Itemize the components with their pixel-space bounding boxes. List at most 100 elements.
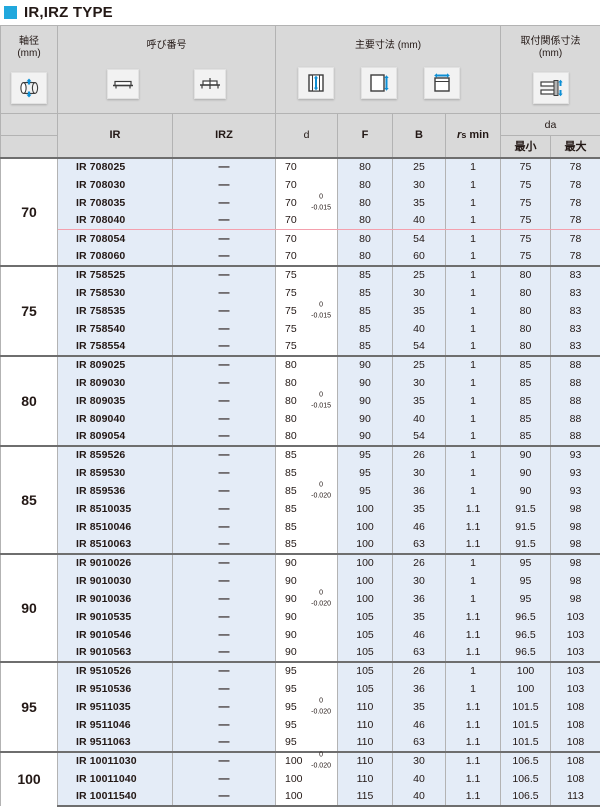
- table-row[interactable]: 100IR 10011030—1000-0.020110301.1106.510…: [1, 752, 600, 770]
- table-body: 70IR 708025—70802517578IR 708030—7080301…: [1, 158, 600, 806]
- cell-rs-min: 1: [446, 410, 501, 428]
- designation-label: 呼び番号: [58, 40, 275, 53]
- cell-da-min: 85: [501, 410, 551, 428]
- table-row[interactable]: IR 809054—80905418588: [1, 428, 600, 446]
- cell-b: 40: [393, 770, 446, 788]
- table-row[interactable]: IR 708035—700-0.015803517578: [1, 194, 600, 212]
- cell-irz: —: [173, 248, 276, 266]
- table-row[interactable]: IR 9511046—95110461.1101.5108: [1, 716, 600, 734]
- table-row[interactable]: IR 9511063—95110631.1101.5108: [1, 734, 600, 752]
- table-row[interactable]: IR 859530—85953019093: [1, 464, 600, 482]
- table-row[interactable]: IR 9010036—900-0.0201003619598: [1, 590, 600, 608]
- table-row[interactable]: IR 9010563—90105631.196.5103: [1, 644, 600, 662]
- table-row[interactable]: 70IR 708025—70802517578: [1, 158, 600, 176]
- cell-da-max: 108: [551, 734, 600, 752]
- table-row[interactable]: 85IR 859526—85952619093: [1, 446, 600, 464]
- table-row[interactable]: IR 809030—80903018588: [1, 374, 600, 392]
- table-row[interactable]: IR 10011040—100110401.1106.5108: [1, 770, 600, 788]
- header-col-d: d: [276, 114, 338, 158]
- table-row[interactable]: IR 9010546—90105461.196.5103: [1, 626, 600, 644]
- cell-b: 40: [393, 320, 446, 338]
- table-row[interactable]: IR 708040—70804017578: [1, 212, 600, 230]
- cell-da-max: 103: [551, 626, 600, 644]
- cell-da-min: 101.5: [501, 716, 551, 734]
- cell-b: 54: [393, 230, 446, 248]
- cell-da-min: 96.5: [501, 608, 551, 626]
- table-row[interactable]: 75IR 758525—75852518083: [1, 266, 600, 284]
- cell-da-min: 75: [501, 158, 551, 176]
- cell-ir: IR 8510063: [58, 536, 173, 554]
- cell-rs-min: 1: [446, 680, 501, 698]
- cell-ir: IR 10011040: [58, 770, 173, 788]
- table-row[interactable]: IR 758530—75853018083: [1, 284, 600, 302]
- cell-irz: —: [173, 194, 276, 212]
- cell-irz: —: [173, 230, 276, 248]
- cell-rs-min: 1: [446, 590, 501, 608]
- table-row[interactable]: IR 758540—75854018083: [1, 320, 600, 338]
- table-row[interactable]: IR 758535—750-0.015853518083: [1, 302, 600, 320]
- cell-d: 70: [276, 158, 338, 176]
- table-row[interactable]: IR 8510063—85100631.191.598: [1, 536, 600, 554]
- table-row[interactable]: IR 8510035—85100351.191.598: [1, 500, 600, 518]
- cell-da-min: 90: [501, 464, 551, 482]
- cell-d: 85: [276, 446, 338, 464]
- cell-d: 100: [276, 770, 338, 788]
- table-row[interactable]: IR 9010535—90105351.196.5103: [1, 608, 600, 626]
- shaft-cylinder-icon: [11, 72, 47, 104]
- cell-d: 85: [276, 464, 338, 482]
- cell-da-max: 108: [551, 752, 600, 770]
- cell-d: 80: [276, 356, 338, 374]
- cell-irz: —: [173, 158, 276, 176]
- cell-da-min: 80: [501, 338, 551, 356]
- cell-da-min: 90: [501, 482, 551, 500]
- table-row[interactable]: 95IR 9510526—95105261100103: [1, 662, 600, 680]
- cell-da-min: 80: [501, 266, 551, 284]
- cell-b: 35: [393, 194, 446, 212]
- table-row[interactable]: IR 9510536—95105361100103: [1, 680, 600, 698]
- table-row[interactable]: IR 758554—75855418083: [1, 338, 600, 356]
- table-row[interactable]: IR 8510046—85100461.191.598: [1, 518, 600, 536]
- cell-d: 85: [276, 500, 338, 518]
- table-row[interactable]: IR 9010030—901003019598: [1, 572, 600, 590]
- cell-f: 80: [338, 230, 393, 248]
- table-row[interactable]: 80IR 809025—80902518588: [1, 356, 600, 374]
- cell-rs-min: 1: [446, 194, 501, 212]
- cell-da-max: 113: [551, 788, 600, 806]
- table-row[interactable]: 90IR 9010026—901002619598: [1, 554, 600, 572]
- cell-ir: IR 9010535: [58, 608, 173, 626]
- table-row[interactable]: IR 859536—850-0.020953619093: [1, 482, 600, 500]
- table-row[interactable]: IR 708060—70806017578: [1, 248, 600, 266]
- tolerance-annotation: 0-0.015: [311, 390, 331, 411]
- cell-ir: IR 9510536: [58, 680, 173, 698]
- table-row[interactable]: IR 809035—800-0.015903518588: [1, 392, 600, 410]
- cell-irz: —: [173, 428, 276, 446]
- cell-irz: —: [173, 212, 276, 230]
- cell-ir: IR 10011540: [58, 788, 173, 806]
- table-row[interactable]: IR 708030—70803017578: [1, 176, 600, 194]
- cell-da-max: 83: [551, 320, 600, 338]
- cell-da-max: 98: [551, 590, 600, 608]
- cell-d: 85: [276, 536, 338, 554]
- cell-ir: IR 9511046: [58, 716, 173, 734]
- cell-b: 30: [393, 176, 446, 194]
- table-row[interactable]: IR 708054—70805417578: [1, 230, 600, 248]
- table-row[interactable]: IR 809040—80904018588: [1, 410, 600, 428]
- cell-da-max: 108: [551, 698, 600, 716]
- cell-da-max: 83: [551, 302, 600, 320]
- cell-irz: —: [173, 608, 276, 626]
- cell-irz: —: [173, 266, 276, 284]
- table-row[interactable]: IR 10011540—100115401.1106.5113: [1, 788, 600, 806]
- tolerance-upper: 0: [311, 588, 331, 598]
- main-dims-label: 主要寸法 (mm): [276, 40, 500, 53]
- tolerance-upper: 0: [311, 192, 331, 202]
- cell-ir: IR 708030: [58, 176, 173, 194]
- cell-rs-min: 1.1: [446, 518, 501, 536]
- cell-b: 26: [393, 662, 446, 680]
- cell-da-min: 95: [501, 572, 551, 590]
- cell-ir: IR 809040: [58, 410, 173, 428]
- shaft-diameter-value: 100: [1, 752, 58, 806]
- cell-rs-min: 1: [446, 158, 501, 176]
- table-row[interactable]: IR 9511035—950-0.020110351.1101.5108: [1, 698, 600, 716]
- cell-da-min: 75: [501, 230, 551, 248]
- cell-b: 35: [393, 302, 446, 320]
